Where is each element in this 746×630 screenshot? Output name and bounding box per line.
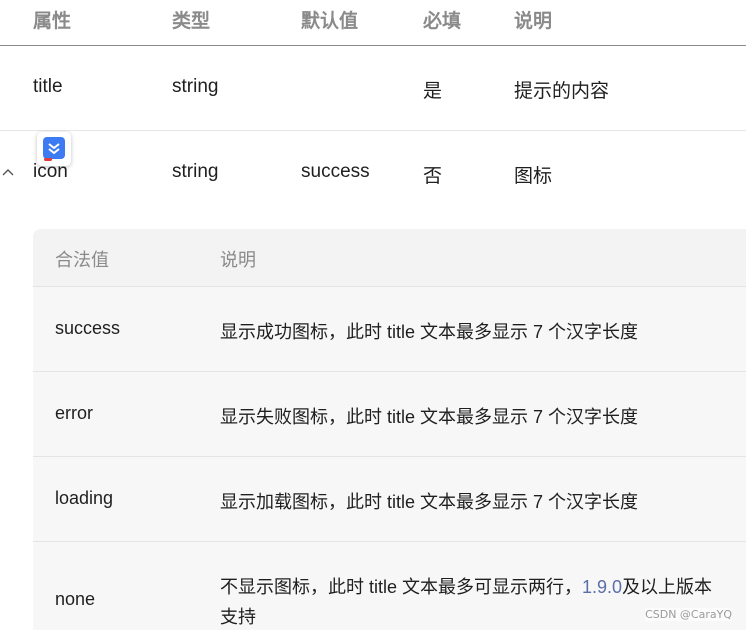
prop-description: 图标 [514, 166, 553, 187]
header-required: 必填 [423, 11, 462, 32]
table-row: none 不显示图标，此时 title 文本最多可显示两行，1.9.0及以上版本… [33, 542, 746, 630]
prop-description: 提示的内容 [514, 81, 610, 102]
value-description: 显示加载图标，此时 title 文本最多显示 7 个汉字长度 [220, 492, 639, 512]
value-name: error [55, 403, 94, 423]
value-name: loading [55, 488, 114, 508]
value-description: 显示成功图标，此时 title 文本最多显示 7 个汉字长度 [220, 322, 639, 342]
value-description: 不显示图标，此时 title 文本最多可显示两行，1.9.0及以上版本 支持 [220, 572, 712, 630]
description-text-line2: 支持 [220, 607, 256, 627]
icon-values-table: 合法值 说明 success 显示成功图标，此时 title 文本最多显示 7 … [33, 229, 746, 630]
prop-type: string [172, 161, 219, 182]
value-description: 显示失败图标，此时 title 文本最多显示 7 个汉字长度 [220, 407, 639, 427]
prop-type: string [172, 76, 219, 97]
table-row: title string 是 提示的内容 [0, 46, 746, 131]
header-explanation: 说明 [220, 250, 256, 270]
values-table-header: 合法值 说明 [33, 229, 746, 287]
download-app-icon[interactable] [37, 132, 71, 166]
value-name: none [55, 589, 96, 609]
props-table-header: 属性 类型 默认值 必填 说明 [0, 0, 746, 46]
header-type: 类型 [172, 11, 211, 32]
header-valid-value: 合法值 [55, 250, 109, 270]
chevron-up-icon[interactable] [1, 165, 15, 179]
watermark: CSDN @CaraYQ [645, 608, 732, 621]
prop-required: 是 [423, 81, 443, 102]
prop-name: title [33, 76, 63, 97]
prop-required: 否 [423, 166, 443, 187]
description-text: 不显示图标，此时 title 文本最多可显示两行， [220, 577, 583, 597]
table-row: success 显示成功图标，此时 title 文本最多显示 7 个汉字长度 [33, 287, 746, 372]
table-row: loading 显示加载图标，此时 title 文本最多显示 7 个汉字长度 [33, 457, 746, 542]
header-description: 说明 [514, 11, 553, 32]
description-text-suffix: 及以上版本 [622, 577, 713, 597]
value-name: success [55, 318, 121, 338]
table-row: error 显示失败图标，此时 title 文本最多显示 7 个汉字长度 [33, 372, 746, 457]
page: 属性 类型 默认值 必填 说明 title string 是 提示的内容 ico… [0, 0, 746, 630]
header-attribute: 属性 [33, 11, 72, 32]
prop-default: success [301, 161, 370, 182]
version-link[interactable]: 1.9.0 [582, 577, 622, 597]
header-default: 默认值 [301, 11, 359, 32]
table-row-expanded: icon string success 否 图标 [0, 131, 746, 215]
